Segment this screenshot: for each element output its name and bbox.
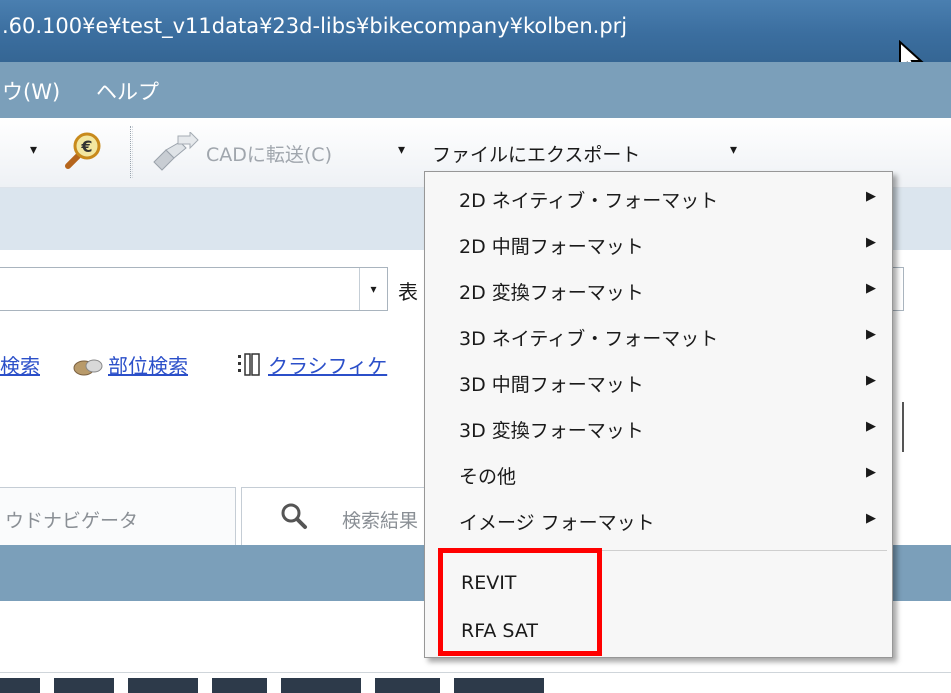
- menu-item-2d-native[interactable]: 2D ネイティブ・フォーマット ▶: [425, 174, 892, 220]
- menu-item-label: その他: [459, 466, 517, 488]
- classification-link[interactable]: クラシフィケ: [268, 350, 387, 379]
- menu-item-label: 2D 変換フォーマット: [459, 282, 644, 304]
- menu-item-label: 2D ネイティブ・フォーマット: [459, 190, 719, 212]
- window-title-bar: .60.100¥e¥test_v11data¥23d-libs¥bikecomp…: [0, 0, 951, 62]
- cut-off-text-row: [0, 678, 560, 693]
- submenu-arrow-icon: ▶: [866, 511, 876, 526]
- menu-bar: ウ(W) ヘルプ: [0, 62, 951, 118]
- euro-glyph: €: [80, 137, 92, 156]
- submenu-arrow-icon: ▶: [866, 373, 876, 388]
- display-label: 表: [398, 280, 418, 304]
- submenu-arrow-icon: ▶: [866, 419, 876, 434]
- search-link[interactable]: 検索: [0, 350, 40, 379]
- menu-item-2d-conversion[interactable]: 2D 変換フォーマット ▶: [425, 266, 892, 312]
- file-export-button[interactable]: ファイルにエクスポート: [432, 140, 640, 167]
- classification-icon: [238, 353, 260, 376]
- menu-item-label: 3D ネイティブ・フォーマット: [459, 328, 719, 350]
- search-icon: [281, 503, 307, 529]
- part-icon: [73, 359, 103, 376]
- submenu-arrow-icon: ▶: [866, 235, 876, 250]
- tab-navigator-label: ウドナビゲータ: [5, 510, 139, 532]
- tab-search-results-label: 検索結果: [342, 510, 419, 532]
- submenu-arrow-icon: ▶: [866, 189, 876, 204]
- chevron-down-icon[interactable]: ▾: [30, 142, 37, 158]
- panel-edge: [902, 402, 904, 452]
- menu-item-label: 2D 中間フォーマット: [459, 236, 644, 258]
- menu-item-2d-intermediate[interactable]: 2D 中間フォーマット ▶: [425, 220, 892, 266]
- menu-window[interactable]: ウ(W): [2, 76, 60, 106]
- menu-item-image-format[interactable]: イメージ フォーマット ▶: [425, 496, 892, 542]
- divider: [0, 672, 951, 673]
- highlight-annotation-box: [438, 548, 602, 656]
- submenu-arrow-icon: ▶: [866, 465, 876, 480]
- part-search-link[interactable]: 部位検索: [108, 350, 188, 379]
- cad-transfer-button[interactable]: CADに転送(C): [206, 140, 332, 167]
- menu-item-3d-native[interactable]: 3D ネイティブ・フォーマット ▶: [425, 312, 892, 358]
- menu-item-other[interactable]: その他 ▶: [425, 450, 892, 496]
- tab-navigator[interactable]: ウドナビゲータ: [0, 487, 236, 545]
- combobox-dropdown-icon[interactable]: ▾: [359, 268, 387, 310]
- window-title: .60.100¥e¥test_v11data¥23d-libs¥bikecomp…: [2, 14, 628, 38]
- price-search-icon[interactable]: €: [60, 130, 104, 174]
- menu-item-label: イメージ フォーマット: [459, 512, 655, 534]
- menu-item-label: 3D 中間フォーマット: [459, 374, 644, 396]
- file-export-dropdown-icon[interactable]: ▾: [730, 142, 737, 158]
- cad-transfer-dropdown-icon[interactable]: ▾: [398, 142, 405, 158]
- cad-transfer-icon: [153, 132, 199, 171]
- submenu-arrow-icon: ▶: [866, 281, 876, 296]
- menu-item-3d-intermediate[interactable]: 3D 中間フォーマット ▶: [425, 358, 892, 404]
- search-combobox[interactable]: ▾: [0, 267, 388, 311]
- submenu-arrow-icon: ▶: [866, 327, 876, 342]
- toolbar-separator: [130, 126, 133, 178]
- menu-item-3d-conversion[interactable]: 3D 変換フォーマット ▶: [425, 404, 892, 450]
- menu-item-label: 3D 変換フォーマット: [459, 420, 644, 442]
- menu-help[interactable]: ヘルプ: [96, 76, 159, 106]
